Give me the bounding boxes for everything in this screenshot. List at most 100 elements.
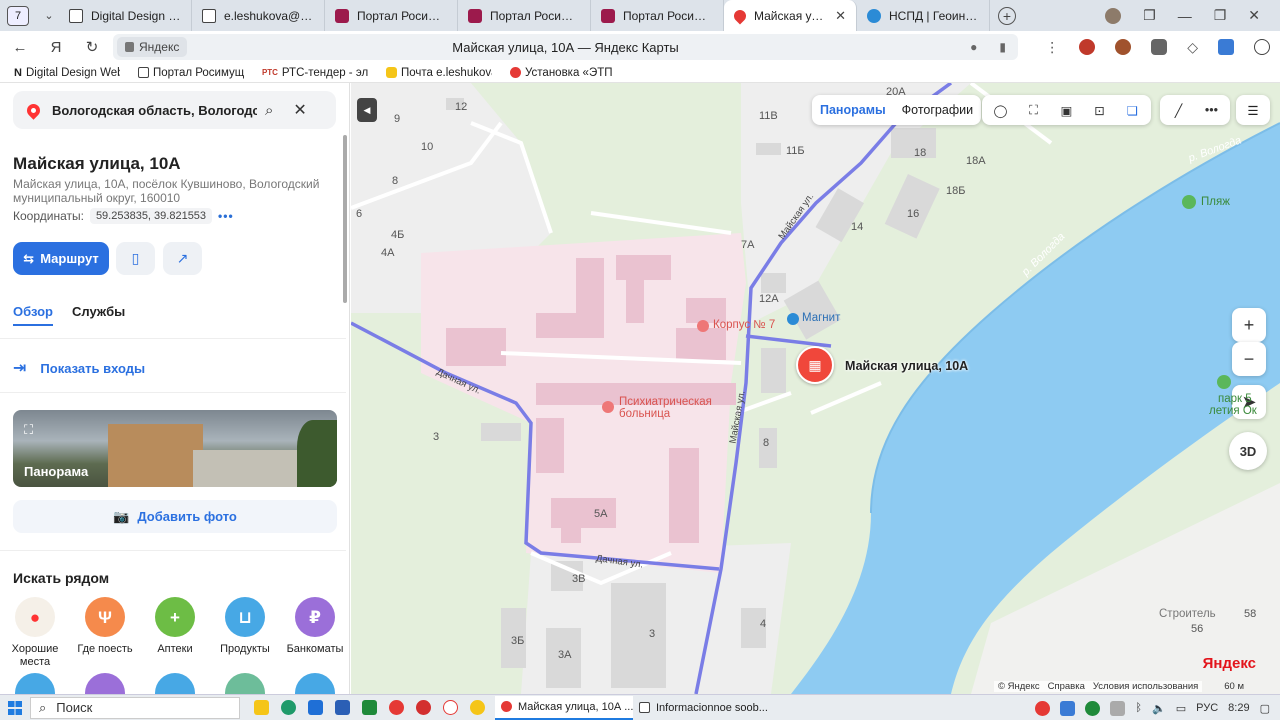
extension-icon[interactable] [1151, 39, 1168, 55]
notifications-icon[interactable] [1254, 39, 1270, 55]
nearby-more-icon[interactable] [225, 673, 265, 694]
edge-icon[interactable] [281, 700, 296, 715]
browser-tab[interactable]: Digital Design Web [59, 0, 192, 31]
start-button[interactable] [0, 700, 30, 715]
tab-count-badge[interactable]: 7 [7, 5, 29, 26]
layer-panoramas[interactable]: Панорамы [812, 103, 894, 117]
restore-icon[interactable]: ❐ [1214, 7, 1227, 24]
search-icon[interactable]: ⌕ [265, 102, 273, 119]
reload-icon[interactable]: ↻ [74, 38, 110, 56]
volume-icon[interactable]: 🔈 [1152, 702, 1166, 715]
tray-app-icon[interactable] [1035, 700, 1051, 716]
nearby-food[interactable]: Ψ Где поесть [75, 597, 135, 656]
extension-icon[interactable] [1079, 39, 1096, 55]
profile-avatar[interactable] [1105, 7, 1122, 24]
nearby-good-places[interactable]: ● Хорошие места [5, 597, 65, 669]
browser-tab[interactable]: НСПД | Геоинформ [857, 0, 990, 31]
bookmark-icon[interactable]: ▮ [999, 40, 1006, 54]
poi-korpus[interactable]: Корпус № 7 [713, 319, 775, 331]
browser-tab-active[interactable]: Майская улица, 1✕ [724, 0, 857, 31]
app-icon[interactable] [335, 700, 350, 715]
collections-icon[interactable]: ❐ [1143, 7, 1156, 24]
show-entrances-link[interactable]: ⇥ Показать входы [13, 358, 145, 378]
circle-layer-icon[interactable]: ◯ [984, 95, 1017, 125]
poi-magnit[interactable]: Магнит [802, 312, 840, 324]
browser-tab[interactable]: e.leshukova@rosim [192, 0, 325, 31]
building-marker-icon[interactable]: ▦ [796, 346, 834, 384]
tab-services[interactable]: Службы [72, 304, 125, 326]
marker-label[interactable]: Майская улица, 10А [845, 359, 968, 373]
add-photo-button[interactable]: 📷 Добавить фото [13, 500, 337, 533]
share-button[interactable]: ↗ [163, 242, 202, 275]
more-menu-icon[interactable]: ⋮ [1045, 39, 1059, 56]
extension-icon[interactable]: ◇ [1187, 39, 1198, 56]
taskbar-app-maps[interactable]: Майская улица, 10А ... [495, 695, 633, 720]
site-chip[interactable]: Яндекс [117, 37, 188, 57]
zoom-out-button[interactable]: − [1232, 342, 1266, 376]
camera-layer-icon[interactable]: ▣ [1050, 95, 1083, 125]
panorama-preview[interactable]: ⛶ Панорама [13, 410, 337, 487]
outlook-icon[interactable] [308, 700, 323, 715]
browser-tab[interactable]: Портал Росимущес [591, 0, 724, 31]
tab-list-chevron-icon[interactable]: ⌄ [39, 9, 59, 22]
bluetooth-icon[interactable]: ᛒ [1135, 702, 1142, 714]
route-button[interactable]: ⇆ Маршрут [13, 242, 109, 275]
nearby-more-icon[interactable] [155, 673, 195, 694]
bookmark-item[interactable]: РТСРТС-тендер - элек [262, 67, 368, 79]
nearby-more-icon[interactable] [15, 673, 55, 694]
taskbar-search[interactable]: ⌕ Поиск [30, 696, 240, 719]
clock[interactable]: 8:29 [1228, 702, 1249, 714]
poi-hospital[interactable]: Психиатрическая [619, 396, 712, 408]
browser-tab[interactable]: Портал Росимущес [325, 0, 458, 31]
tray-app-icon[interactable] [1085, 700, 1101, 716]
nearby-pharmacy[interactable]: + Аптеки [145, 597, 205, 656]
more-dots-icon[interactable]: ••• [1195, 95, 1228, 125]
close-icon[interactable]: ✕ [293, 100, 306, 120]
zoom-in-button[interactable]: + [1232, 308, 1266, 342]
yandex-browser-icon[interactable] [389, 700, 404, 715]
more-dots-icon[interactable]: ••• [218, 209, 234, 223]
back-arrow-icon[interactable]: ← [2, 39, 38, 56]
nearby-more-icon[interactable] [85, 673, 125, 694]
poi-park[interactable]: парк 5 [1218, 393, 1252, 405]
opera-icon[interactable] [416, 700, 431, 715]
xbox-icon[interactable] [362, 700, 377, 715]
tray-app-icon[interactable] [1110, 700, 1126, 716]
network-icon[interactable]: ▭ [1176, 702, 1186, 715]
app-icon[interactable] [470, 700, 485, 715]
nearby-atm[interactable]: ₽ Банкоматы [285, 597, 345, 656]
nearby-groceries[interactable]: ⊔ Продукты [215, 597, 275, 656]
bookmark-item[interactable]: Портал Росимущес [138, 67, 244, 79]
minimize-icon[interactable]: — [1178, 8, 1192, 24]
bus-layer-icon[interactable]: ⊡ [1083, 95, 1116, 125]
close-window-icon[interactable]: ✕ [1248, 7, 1260, 24]
yandex-icon[interactable] [443, 700, 458, 715]
bookmark-item[interactable]: Почта e.leshukova [386, 67, 492, 79]
new-tab-button[interactable]: + [998, 6, 1016, 25]
help-link[interactable]: Справка [1048, 681, 1085, 692]
extension-icon[interactable] [1115, 39, 1132, 55]
bookmark-item[interactable]: N Digital Design Web [14, 67, 120, 79]
taskbar-app-message[interactable]: Informacionnoe soob... [633, 696, 771, 720]
bookmark-item[interactable]: Установка «ЭТП и [510, 67, 616, 79]
coordinates-value[interactable]: 59.253835, 39.821553 [89, 208, 213, 224]
map-canvas[interactable]: ◀ Панорамы Фотографии ◯ ⛶ ▣ ⊡ ❏ ╱ ••• ☰ … [351, 83, 1280, 694]
yandex-logo-icon[interactable]: Я [38, 39, 74, 56]
tab-overview[interactable]: Обзор [13, 304, 53, 326]
layers-icon[interactable]: ❏ [1116, 95, 1149, 125]
ruler-icon[interactable]: ╱ [1162, 95, 1195, 125]
tray-app-icon[interactable] [1060, 700, 1076, 716]
notification-icon[interactable]: ▢ [1260, 702, 1270, 715]
terms-link[interactable]: Условия использования [1093, 681, 1198, 692]
omnibox[interactable]: Яндекс Майская улица, 10А — Яндекс Карты… [113, 34, 1018, 60]
close-tab-icon[interactable]: ✕ [835, 8, 846, 24]
nearby-more-icon[interactable] [295, 673, 335, 694]
extension-icon[interactable] [1218, 39, 1234, 55]
search-input[interactable] [52, 102, 257, 118]
file-explorer-icon[interactable] [254, 700, 269, 715]
collapse-panel-button[interactable]: ◀ [357, 98, 377, 122]
poi-stroitel[interactable]: Строитель [1159, 608, 1216, 620]
panel-scrollbar[interactable] [343, 135, 347, 303]
language-indicator[interactable]: РУС [1196, 702, 1218, 714]
panorama-layer-icon[interactable]: ⛶ [1017, 95, 1050, 125]
